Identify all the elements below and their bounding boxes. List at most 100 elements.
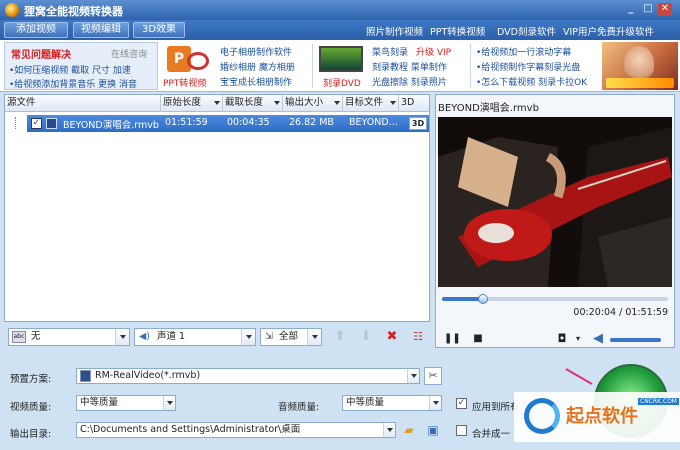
seek-progress [442,297,483,301]
rookie-burn-link[interactable]: 菜鸟刻录 [372,45,408,58]
subtitle-icon: abc [12,331,26,343]
subtitle-link-3[interactable]: •怎么下载视频 刻录卡拉OK [476,75,587,88]
delete-icon[interactable]: ✖ [384,329,400,345]
row-checkbox[interactable]: ✓ [31,118,42,129]
col-label: 原始长度 [163,97,202,108]
preset-select[interactable]: RM-RealVideo(*.rmvb) [76,368,420,384]
video-file-icon [46,118,57,129]
subtitle-link-2[interactable]: •给视频制作字幕刻录光盘 [476,60,580,73]
burn-dvd-ad[interactable]: 刻录DVD [317,46,365,89]
col-label: 目标文件 [345,97,384,108]
seek-handle[interactable] [478,294,488,304]
link-dvd-burn[interactable]: DVD刻录软件 [497,24,556,38]
faq-line-1[interactable]: •如何压缩视频 截取 尺寸 加速 [9,63,131,76]
album-link-2[interactable]: 婚纱相册 魔方相册 [220,60,295,73]
snapshot-dropdown-icon[interactable]: ▾ [570,331,586,347]
add-video-button[interactable]: 添加视频 [4,22,68,38]
output-dir-field[interactable]: C:\Documents and Settings\Administrator\… [76,422,396,438]
col-label: 截取长度 [225,97,264,108]
film-reel-icon [187,52,209,70]
stop-icon[interactable]: ■ [470,331,486,347]
close-icon[interactable]: ✕ [658,3,672,16]
seek-bar[interactable] [442,294,668,304]
ad-banner: 常见问题解决 在线咨询 •如何压缩视频 截取 尺寸 加速 •给视频添加背景音乐 … [0,40,680,92]
tree-line [15,117,16,129]
audio-track-select[interactable]: ◀) 声道 1 [134,328,256,346]
3d-toggle-icon[interactable]: 3D [409,117,427,130]
list-toolbar: abc 无 ◀) 声道 1 ⇲ 全部 ⬆ ⬇ ✖ ☷ [4,326,430,348]
character-portrait [624,46,654,80]
col-original-length[interactable]: 原始长度 [161,95,223,112]
table-row[interactable]: ✓ BEYOND演唱会.rmvb 01:51:59 00:04:35 26.82… [27,115,429,132]
col-3d[interactable]: 3D [399,95,429,112]
col-source-file[interactable]: 源文件 [5,95,161,112]
faq-line-2[interactable]: •给视频添加背景音乐 更换 消音 [9,77,137,90]
subtitle-link-1[interactable]: •给视频加一行滚动字幕 [476,45,571,58]
video-quality-select[interactable]: 中等质量 [76,395,176,411]
window-title: 狸窝全能视频转换器 [24,5,123,18]
merge-label: 合并成一 [472,429,511,440]
subtitle-select[interactable]: abc 无 [8,328,130,346]
volume-icon[interactable]: ◀ [590,331,606,347]
album-link-1[interactable]: 电子相册制作软件 [220,45,292,58]
dvd-label: 刻录DVD [323,79,361,89]
apply-scope-select[interactable]: ⇲ 全部 [260,328,322,346]
burn-tutorial-link[interactable]: 刻录教程 菜单制作 [372,60,447,73]
banner-divider [312,44,313,88]
audio-quality-select[interactable]: 中等质量 [342,395,442,411]
link-ppt-video[interactable]: PPT转换视频 [430,24,485,38]
row-filename: BEYOND演唱会.rmvb [63,120,159,131]
col-label: 3D [401,97,415,108]
link-photo-video[interactable]: 照片制作视频 [366,24,423,38]
edit-video-button[interactable]: 视频编辑 [73,22,129,38]
album-link-3[interactable]: 宝宝成长相册制作 [220,75,292,88]
col-label: 输出大小 [285,97,324,108]
link-vip-upgrade[interactable]: VIP用户免费升级软件 [563,24,654,38]
volume-slider[interactable] [610,338,661,342]
tv-icon [319,46,363,72]
game-ad-image[interactable] [602,42,678,90]
clear-list-icon[interactable]: ☷ [410,329,426,345]
preset-format-icon [80,370,91,382]
title-bar: 狸窝全能视频转换器 _ □ ✕ [0,0,680,20]
audio-quality-value: 中等质量 [346,397,385,408]
audio-track-value: 声道 1 [157,331,186,342]
app-logo-icon [5,3,19,17]
col-target-file[interactable]: 目标文件 [343,95,399,112]
col-label: 源文件 [7,97,36,108]
3d-effect-button[interactable]: 3D效果 [133,22,185,38]
browse-folder-icon[interactable]: ▰ [400,422,418,438]
preset-value: RM-RealVideo(*.rmvb) [95,370,201,381]
move-up-icon[interactable]: ⬆ [332,329,348,345]
file-list-panel: 源文件 原始长度 截取长度 输出大小 目标文件 3D ✓ BEYOND演唱会.r… [4,94,430,322]
merge-checkbox[interactable] [456,425,467,436]
ppt-label: PPT转视频 [163,79,207,89]
col-cut-length[interactable]: 截取长度 [223,95,283,112]
faq-online-link[interactable]: 在线咨询 [111,47,147,60]
video-frame[interactable] [438,117,672,287]
move-down-icon[interactable]: ⬇ [358,329,374,345]
subtitle-value: 无 [31,331,41,342]
video-quality-value: 中等质量 [80,397,119,408]
minimize-icon[interactable]: _ [624,3,638,16]
settings-tool-icon[interactable]: ✂ [424,367,442,385]
upgrade-vip-link[interactable]: 升级 VIP [416,45,451,58]
faq-title[interactable]: 常见问题解决 [11,46,71,61]
time-readout: 00:20:04 / 01:51:59 [573,307,668,318]
apply-all-label: 应用到所有 [472,402,520,413]
apply-scope-value: 全部 [279,331,299,342]
game-logo-bar [606,78,674,88]
ppt-to-video-ad[interactable]: P PPT转视频 [163,44,211,89]
speaker-icon: ◀) [139,331,151,342]
pause-icon[interactable]: ❚❚ [444,331,461,347]
open-folder-icon[interactable]: ▣ [424,422,442,438]
disc-erase-link[interactable]: 光盘擦除 刻录照片 [372,75,447,88]
apply-all-checkbox[interactable]: ✓ [456,398,467,409]
preview-panel: BEYOND演唱会.rmvb 00:20:04 / 01:51:59 ❚❚ ■ … [435,94,675,348]
row-output-size: 26.82 MB [289,117,334,128]
snapshot-icon[interactable]: ◘ [554,331,570,347]
maximize-icon[interactable]: □ [641,3,655,16]
col-output-size[interactable]: 输出大小 [283,95,343,112]
banner-divider [470,44,471,88]
output-dir-label: 输出目录: [10,429,52,440]
